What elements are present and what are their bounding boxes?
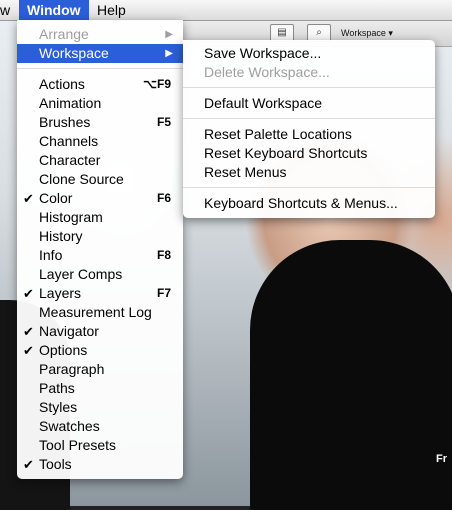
submenu-item-save-workspace[interactable]: Save Workspace...: [183, 44, 435, 63]
menu-window[interactable]: Window: [19, 0, 89, 20]
submenu-arrow-icon: ▶: [165, 29, 173, 40]
menu-item-swatches[interactable]: Swatches: [17, 417, 183, 436]
photo-person-right: [250, 240, 452, 510]
menu-item-history[interactable]: History: [17, 227, 183, 246]
menu-separator: [183, 87, 435, 88]
menu-separator: [183, 118, 435, 119]
checkmark-icon: ✔: [23, 286, 34, 301]
menu-item-paths[interactable]: Paths: [17, 379, 183, 398]
checkmark-icon: ✔: [23, 457, 34, 472]
menu-item-navigator[interactable]: ✔ Navigator: [17, 322, 183, 341]
menu-item-histogram[interactable]: Histogram: [17, 208, 183, 227]
menu-help[interactable]: Help: [91, 0, 132, 20]
menu-item-layers[interactable]: ✔ Layers F7: [17, 284, 183, 303]
photo-caption: Fr: [436, 453, 447, 465]
menu-bar: w Window Help: [0, 0, 452, 21]
menu-item-options[interactable]: ✔ Options: [17, 341, 183, 360]
submenu-item-reset-palette-locations[interactable]: Reset Palette Locations: [183, 125, 435, 144]
menu-item-info[interactable]: Info F8: [17, 246, 183, 265]
submenu-item-delete-workspace[interactable]: Delete Workspace...: [183, 63, 435, 82]
window-menu: Arrange ▶ Workspace ▶ Actions ⌥F9 Animat…: [17, 20, 183, 479]
menu-item-paragraph[interactable]: Paragraph: [17, 360, 183, 379]
menu-separator: [17, 68, 183, 69]
submenu-item-reset-keyboard-shortcuts[interactable]: Reset Keyboard Shortcuts: [183, 144, 435, 163]
submenu-item-reset-menus[interactable]: Reset Menus: [183, 163, 435, 182]
submenu-arrow-icon: ▶: [165, 48, 173, 59]
menu-item-layer-comps[interactable]: Layer Comps: [17, 265, 183, 284]
menu-item-workspace[interactable]: Workspace ▶: [17, 44, 183, 63]
menu-item-clone-source[interactable]: Clone Source: [17, 170, 183, 189]
menu-item-measurement-log[interactable]: Measurement Log: [17, 303, 183, 322]
menu-item-styles[interactable]: Styles: [17, 398, 183, 417]
checkmark-icon: ✔: [23, 343, 34, 358]
submenu-item-keyboard-shortcuts-menus[interactable]: Keyboard Shortcuts & Menus...: [183, 194, 435, 213]
menu-item-tools[interactable]: ✔ Tools: [17, 455, 183, 474]
menu-item-brushes[interactable]: Brushes F5: [17, 113, 183, 132]
workspace-submenu: Save Workspace... Delete Workspace... De…: [183, 40, 435, 218]
menu-view[interactable]: w: [0, 0, 16, 20]
checkmark-icon: ✔: [23, 191, 34, 206]
submenu-item-default-workspace[interactable]: Default Workspace: [183, 94, 435, 113]
menu-item-color[interactable]: ✔ Color F6: [17, 189, 183, 208]
checkmark-icon: ✔: [23, 324, 34, 339]
menu-separator: [183, 187, 435, 188]
menu-item-character[interactable]: Character: [17, 151, 183, 170]
menu-item-animation[interactable]: Animation: [17, 94, 183, 113]
menu-item-actions[interactable]: Actions ⌥F9: [17, 75, 183, 94]
menu-item-tool-presets[interactable]: Tool Presets: [17, 436, 183, 455]
menu-item-arrange[interactable]: Arrange ▶: [17, 25, 183, 44]
menu-item-channels[interactable]: Channels: [17, 132, 183, 151]
workspace-dropdown[interactable]: Workspace ▾: [341, 25, 393, 41]
